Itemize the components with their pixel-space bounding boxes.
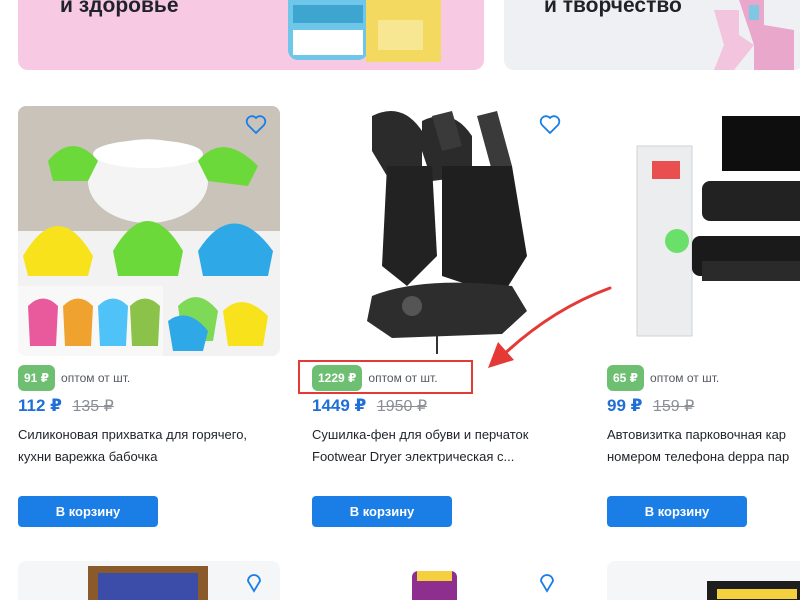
product-card[interactable] <box>312 561 574 600</box>
old-price: 135 ₽ <box>72 398 114 415</box>
catalog-page: и здоровье и творчество 91 ₽ оптом от шт… <box>0 0 800 600</box>
product-title[interactable]: Сушилка-фен для обуви и перчаток Footwea… <box>312 424 574 468</box>
product-image[interactable] <box>312 561 574 600</box>
product-title[interactable]: Автовизитка парковочная кар номером теле… <box>607 424 800 468</box>
old-price: 159 ₽ <box>652 398 695 415</box>
annotation-arrow-icon <box>488 286 612 368</box>
product-image[interactable] <box>607 106 800 356</box>
old-price: 1950 ₽ <box>376 398 428 415</box>
add-to-cart-button[interactable]: В корзину <box>18 496 158 527</box>
highlight-box <box>298 360 473 394</box>
product-card[interactable]: 65 ₽ оптом от шт. 99 ₽ 159 ₽ Автовизитка… <box>607 106 800 536</box>
current-price: 99 ₽ <box>607 396 643 415</box>
category-banner-health[interactable]: и здоровье <box>18 0 484 70</box>
wholesale-price-label: оптом от шт. <box>61 371 131 385</box>
banner-title: и здоровье <box>60 0 179 17</box>
current-price: 1449 ₽ <box>312 396 367 415</box>
price-row: 1449 ₽ 1950 ₽ <box>312 396 427 416</box>
product-title-line: Автовизитка парковочная кар <box>607 427 787 442</box>
category-banner-creativity[interactable]: и творчество <box>504 0 800 70</box>
banner-products-image <box>288 0 441 62</box>
wholesale-price-label: оптом от шт. <box>650 371 720 385</box>
heart-outline-icon[interactable] <box>538 112 562 136</box>
product-title[interactable]: Силиконовая прихватка для горячего, кухн… <box>18 424 280 468</box>
add-to-cart-button[interactable]: В корзину <box>312 496 452 527</box>
product-title-line: номером телефона deppa пар <box>607 449 790 464</box>
product-image[interactable] <box>607 561 800 600</box>
wholesale-price-row: 91 ₽ оптом от шт. <box>18 364 130 392</box>
add-to-cart-button[interactable]: В корзину <box>607 496 747 527</box>
price-row: 99 ₽ 159 ₽ <box>607 396 694 416</box>
banner-title: и творчество <box>544 0 682 17</box>
product-image[interactable] <box>18 561 280 600</box>
product-card[interactable] <box>607 561 800 600</box>
current-price: 112 ₽ <box>18 396 62 415</box>
product-card[interactable] <box>18 561 280 600</box>
banner-unicorn-image <box>714 0 794 70</box>
product-image[interactable] <box>18 106 280 356</box>
price-row: 112 ₽ 135 ₽ <box>18 396 114 416</box>
wholesale-price-badge: 91 ₽ <box>18 365 56 391</box>
heart-outline-icon[interactable] <box>244 112 268 136</box>
wholesale-price-row: 65 ₽ оптом от шт. <box>607 364 719 392</box>
product-card[interactable]: 91 ₽ оптом от шт. 112 ₽ 135 ₽ Силиконова… <box>18 106 280 536</box>
